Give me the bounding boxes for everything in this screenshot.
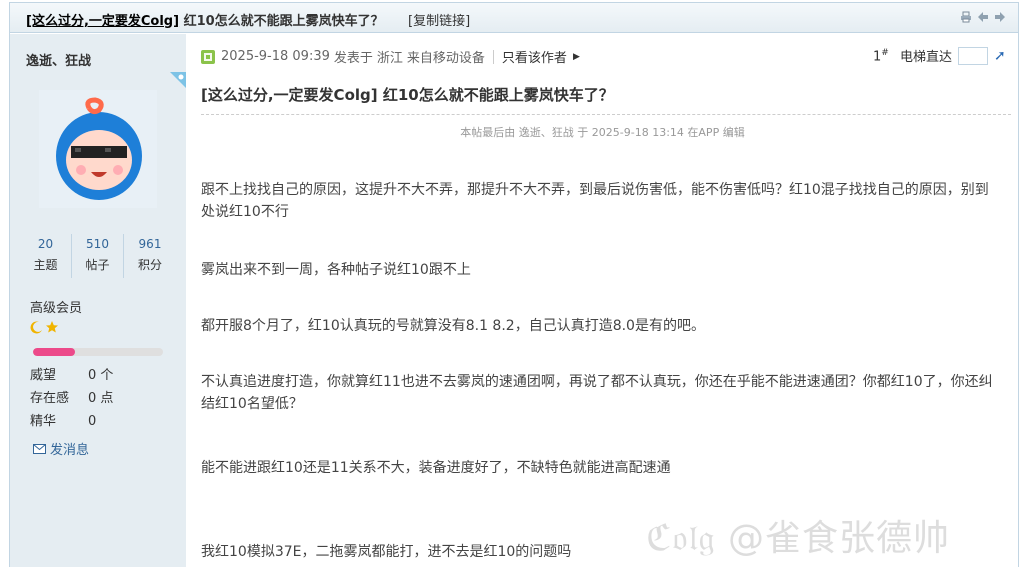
edited-note: 本帖最后由 逸逝、狂战 于 2025-9-18 13:14 在APP 编辑 bbox=[460, 126, 745, 139]
avatar[interactable] bbox=[39, 90, 157, 208]
post-location: 浙江 bbox=[376, 51, 403, 66]
triangle-right-icon: ▶ bbox=[572, 51, 580, 62]
thread-titlebar: [这么过分,一定要发Colg] 红10怎么就不能跟上雾岚快车了？ [复制链接] bbox=[10, 3, 1018, 33]
print-icon[interactable] bbox=[960, 11, 972, 23]
attribute-row: 存在感 0 点 bbox=[30, 387, 113, 410]
attribute-row: 威望 0 个 bbox=[30, 364, 113, 387]
thread-category-link[interactable]: [这么过分,一定要发Colg] bbox=[26, 14, 179, 29]
post-paragraph: 能不能进跟红10还是11关系不大，装备进度好了，不缺特色就能进高配速通 bbox=[201, 460, 671, 476]
level-progress-bar bbox=[33, 348, 163, 356]
post-paragraph: 不认真追进度打造，你就算红11也进不去雾岚的速通团啊，再说了都不认真玩，你还在乎… bbox=[201, 374, 993, 412]
prev-thread-icon[interactable] bbox=[977, 11, 989, 23]
stat-value: 510 bbox=[86, 237, 109, 251]
author-stats: 20 主题 510 帖子 961 积分 bbox=[20, 234, 176, 278]
send-message-label: 发消息 bbox=[50, 443, 90, 458]
stat-label: 主题 bbox=[33, 258, 58, 272]
floor-number[interactable]: 1# bbox=[873, 48, 889, 64]
thread-title-text: 红10怎么就不能跟上雾岚快车了？ bbox=[179, 14, 384, 29]
attribute-row: 精华 0 bbox=[30, 410, 113, 433]
title-divider bbox=[201, 114, 1011, 115]
attribute-value: 0 个 bbox=[88, 368, 114, 383]
attribute-key: 威望 bbox=[30, 368, 57, 383]
stat-posts[interactable]: 510 帖子 bbox=[72, 234, 124, 278]
stat-value: 961 bbox=[138, 237, 162, 251]
post-paragraph: 都开服8个月了，红10认真玩的号就算没有8.1 8.2，自己认真打造8.0是有的… bbox=[201, 318, 705, 334]
floor-mark: # bbox=[881, 48, 889, 58]
copy-link-button[interactable]: [复制链接] bbox=[408, 10, 470, 29]
thread-frame: [这么过分,一定要发Colg] 红10怎么就不能跟上雾岚快车了？ [复制链接] … bbox=[9, 2, 1019, 567]
floor-jump: 电梯直达 ➚ bbox=[900, 46, 1006, 65]
stat-points[interactable]: 961 积分 bbox=[124, 234, 176, 278]
author-sidebar: 逸逝、狂战 20 主题 510 帖子 961 积分 高级会员 威望 0 个 存在… bbox=[10, 34, 186, 567]
post-datetime: 2025-9-18 09:39 bbox=[221, 49, 330, 64]
go-arrow-icon[interactable]: ➚ bbox=[994, 48, 1006, 64]
titlebar-icons bbox=[960, 11, 1006, 23]
author-name[interactable]: 逸逝、狂战 bbox=[26, 50, 91, 69]
floor-jump-input[interactable] bbox=[958, 46, 989, 65]
post-meta: 2025-9-18 09:39 发表于 浙江 来自移动设备 只看该作者 ▶ bbox=[201, 47, 580, 66]
attribute-key: 精华 bbox=[30, 414, 57, 429]
author-attributes: 威望 0 个 存在感 0 点 精华 0 bbox=[30, 364, 113, 433]
stat-value: 20 bbox=[37, 237, 54, 251]
send-message-link[interactable]: 发消息 bbox=[33, 439, 89, 458]
online-badge-icon bbox=[201, 49, 215, 64]
stat-label: 帖子 bbox=[85, 258, 110, 272]
moon-icon bbox=[30, 321, 42, 334]
attribute-value: 0 bbox=[88, 414, 97, 429]
online-status-icon bbox=[170, 72, 186, 88]
star-icon bbox=[46, 321, 58, 333]
user-group[interactable]: 高级会员 bbox=[30, 297, 82, 316]
next-thread-icon[interactable] bbox=[994, 11, 1006, 23]
progress-fill bbox=[33, 348, 75, 356]
envelope-icon bbox=[33, 443, 46, 454]
attribute-key: 存在感 bbox=[30, 391, 70, 406]
meta-divider bbox=[492, 49, 494, 64]
post-title: [这么过分,一定要发Colg] 红10怎么就不能跟上雾岚快车了？ bbox=[201, 86, 614, 104]
post-paragraph: 雾岚出来不到一周，各种帖子说红10跟不上 bbox=[201, 262, 471, 278]
attribute-value: 0 点 bbox=[88, 391, 114, 406]
image-watermark: ℭ𝔬𝔩𝔤 @雀食张德帅 bbox=[646, 518, 951, 559]
post-paragraph: 跟不上找找自己的原因，这提升不大不弄，那提升不大不弄，到最后说伤害低，能不伤害低… bbox=[201, 182, 989, 220]
rank-stars bbox=[30, 320, 59, 334]
thread-title: [这么过分,一定要发Colg] 红10怎么就不能跟上雾岚快车了？ bbox=[26, 10, 384, 29]
post-device: 来自移动设备 bbox=[406, 51, 485, 66]
posted-in-label: 发表于 bbox=[333, 51, 373, 66]
stat-threads[interactable]: 20 主题 bbox=[20, 234, 72, 278]
post-content: 2025-9-18 09:39 发表于 浙江 来自移动设备 只看该作者 ▶ 1#… bbox=[187, 34, 1018, 567]
stat-label: 积分 bbox=[137, 258, 162, 272]
only-author-link[interactable]: 只看该作者 bbox=[502, 47, 567, 66]
floor-jump-label: 电梯直达 bbox=[900, 50, 953, 65]
